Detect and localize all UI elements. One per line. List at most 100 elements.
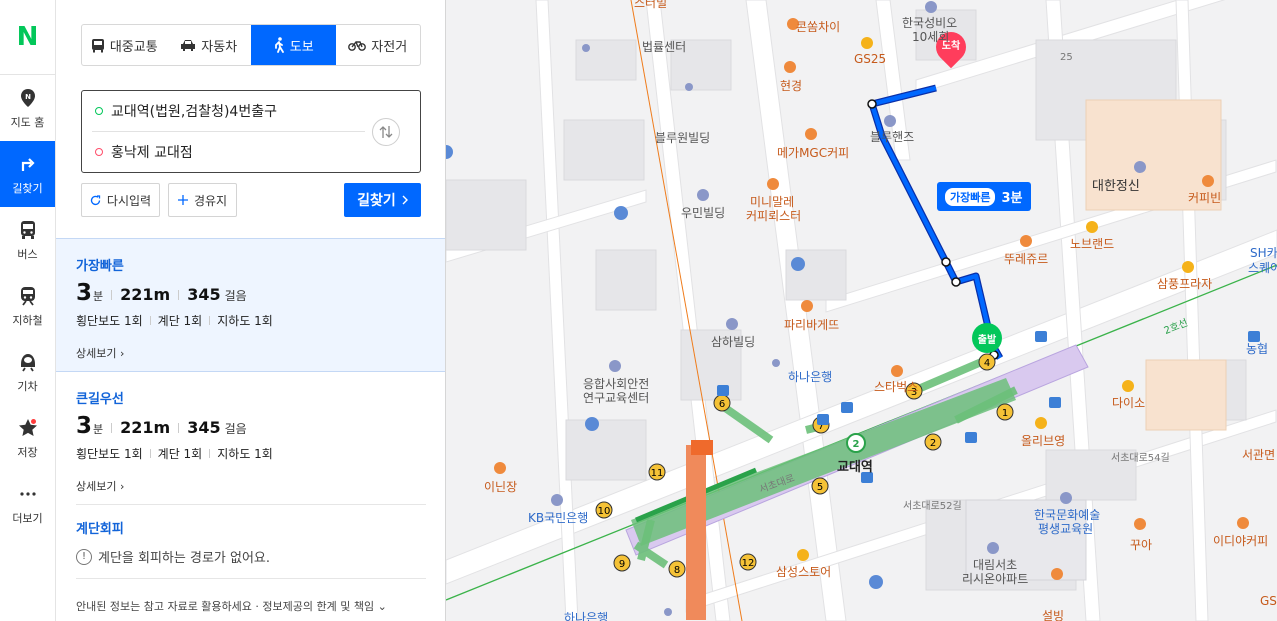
- divider: [76, 504, 426, 505]
- map-label[interactable]: 콘쏨차이: [796, 18, 840, 35]
- map-label[interactable]: 연구교육센터: [583, 389, 649, 406]
- more-icon: [17, 483, 39, 505]
- map-label[interactable]: 꾸아: [1130, 536, 1152, 553]
- map-label[interactable]: 서초대로52길: [903, 497, 962, 512]
- details-link[interactable]: 상세보기 ›: [76, 345, 445, 361]
- reset-label: 다시입력: [106, 193, 152, 208]
- naver-logo[interactable]: N: [0, 0, 55, 75]
- fastest-tag: 가장빠른: [945, 187, 996, 206]
- start-pin[interactable]: 출발: [972, 323, 1002, 353]
- rail-item-more[interactable]: 더보기: [0, 471, 55, 537]
- route-time: 3분: [1001, 191, 1023, 206]
- divider: [76, 578, 426, 579]
- map-label[interactable]: KB국민은행: [528, 509, 588, 526]
- end-dot-icon: [95, 148, 103, 156]
- map-label[interactable]: 스퀘어: [1248, 259, 1277, 276]
- map-label[interactable]: 스터빌: [634, 0, 667, 11]
- crosswalk-count: 횡단보도 1회: [76, 314, 143, 328]
- route-result-fastest[interactable]: 가장빠른 3 분 221m 345 걸음 횡단보도 1회 계단 1회 지하도 1…: [56, 238, 445, 372]
- rail-item-map-home[interactable]: N 지도 홈: [0, 75, 55, 141]
- add-waypoint-button[interactable]: 경유지: [168, 183, 237, 217]
- map-label[interactable]: GS2: [1260, 594, 1277, 608]
- map-label[interactable]: 10세회: [912, 28, 949, 45]
- rail-item-saved[interactable]: 저장: [0, 405, 55, 471]
- rail-label: 기차: [17, 379, 38, 393]
- svg-text:11: 11: [651, 468, 664, 479]
- separator: [178, 423, 180, 433]
- refresh-icon: [90, 194, 101, 205]
- svg-text:2: 2: [930, 438, 936, 449]
- map-label[interactable]: 삼풍프라자: [1157, 275, 1212, 292]
- route-time-badge[interactable]: 가장빠른 3분: [937, 182, 1031, 211]
- map-label[interactable]: 하나은행: [788, 368, 832, 385]
- tab-public-transit[interactable]: 대중교통: [82, 25, 167, 65]
- map-label[interactable]: 서초대로54길: [1111, 449, 1170, 464]
- rail-item-train[interactable]: 기차: [0, 339, 55, 405]
- result-minutes: 3: [76, 413, 93, 439]
- result-steps-unit: 걸음: [224, 289, 247, 303]
- rail-label: 저장: [17, 445, 38, 459]
- underpass-count: 지하도 1회: [217, 314, 273, 328]
- map-label[interactable]: 농협: [1246, 340, 1268, 357]
- separator: [111, 290, 113, 300]
- map-label[interactable]: GS25: [854, 52, 886, 66]
- swap-route-button[interactable]: [372, 118, 400, 146]
- map-label[interactable]: 다이소: [1112, 394, 1145, 411]
- details-link[interactable]: 상세보기 ›: [76, 478, 445, 494]
- map-label[interactable]: 이디야커피: [1213, 532, 1268, 549]
- map-label[interactable]: 평생교육원: [1038, 520, 1093, 537]
- map-label[interactable]: 메가MGC커피: [777, 144, 849, 161]
- map-label[interactable]: 우민빌딩: [681, 204, 725, 221]
- stairs-avoid-message: ! 계단을 회피하는 경로가 없어요.: [76, 547, 445, 566]
- rail-item-directions[interactable]: 길찾기: [0, 141, 55, 207]
- tab-bicycle[interactable]: 자전거: [336, 25, 421, 65]
- search-route-button[interactable]: 길찾기: [344, 183, 421, 217]
- tab-walk[interactable]: 도보: [251, 25, 336, 65]
- result-summary: 3 분 221m 345 걸음: [76, 280, 445, 306]
- tab-car[interactable]: 자동차: [167, 25, 252, 65]
- map-label[interactable]: 서관면: [1242, 446, 1275, 463]
- map-label[interactable]: 삼하빌딩: [711, 333, 755, 350]
- end-input[interactable]: 홍낙제 교대점: [82, 132, 372, 172]
- map-label[interactable]: 대한정신: [1092, 175, 1140, 194]
- map-label[interactable]: 이닌장: [484, 478, 517, 495]
- start-input[interactable]: 교대역(법원,검찰청)4번출구: [82, 91, 372, 131]
- station-name[interactable]: 교대역: [837, 456, 873, 475]
- map-label[interactable]: 현경: [780, 77, 802, 94]
- map-label[interactable]: 블루핸즈: [870, 128, 914, 145]
- map-label[interactable]: 커피빈: [1188, 189, 1221, 206]
- route-result-main-road[interactable]: 큰길우선 3 분 221m 345 걸음 횡단보도 1회 계단 1회 지하도 1…: [56, 372, 445, 504]
- separator: [149, 316, 151, 325]
- svg-text:N: N: [25, 93, 31, 101]
- mode-label: 자동차: [201, 39, 238, 55]
- rail-item-subway[interactable]: 지하철: [0, 273, 55, 339]
- map-label[interactable]: 블루원빌딩: [655, 129, 710, 146]
- map-label[interactable]: 노브랜드: [1070, 235, 1114, 252]
- map-label[interactable]: 25: [1060, 52, 1073, 63]
- start-dot-icon: [95, 107, 103, 115]
- map-label[interactable]: 커피뢰스터: [746, 207, 801, 224]
- map-label[interactable]: 삼성스토어: [776, 563, 831, 580]
- map-canvas: 4 3 1 2 5 6 7 8 9 10 11 12 2: [446, 0, 1277, 621]
- separator: [178, 290, 180, 300]
- separator: [209, 449, 211, 458]
- rail-label: 지도 홈: [10, 115, 45, 129]
- map-label[interactable]: 올리브영: [1021, 432, 1065, 449]
- map-label[interactable]: 리시온아파트: [962, 570, 1028, 587]
- disclaimer-footer[interactable]: 안내된 정보는 참고 자료로 활용하세요 · 정보제공의 한계 및 책임 ⌄: [76, 598, 387, 614]
- map-label[interactable]: 스타벅스: [874, 378, 918, 395]
- result-summary: 3 분 221m 345 걸음: [76, 413, 445, 439]
- map-label[interactable]: 설빙: [1042, 607, 1064, 621]
- map-label[interactable]: 파리바게뜨: [784, 316, 839, 333]
- reset-button[interactable]: 다시입력: [81, 183, 160, 217]
- mode-label: 도보: [289, 39, 314, 55]
- rail-label: 버스: [17, 247, 38, 261]
- map-label[interactable]: 하나은행: [564, 609, 608, 621]
- svg-text:1: 1: [1002, 408, 1008, 419]
- map-view[interactable]: 4 3 1 2 5 6 7 8 9 10 11 12 2 가장빠른 3분 출발 …: [446, 0, 1277, 621]
- rail-item-bus[interactable]: 버스: [0, 207, 55, 273]
- result-minutes: 3: [76, 280, 93, 306]
- map-label[interactable]: 뚜레쥬르: [1004, 250, 1048, 267]
- separator: [209, 316, 211, 325]
- map-label[interactable]: 법률센터: [642, 38, 686, 55]
